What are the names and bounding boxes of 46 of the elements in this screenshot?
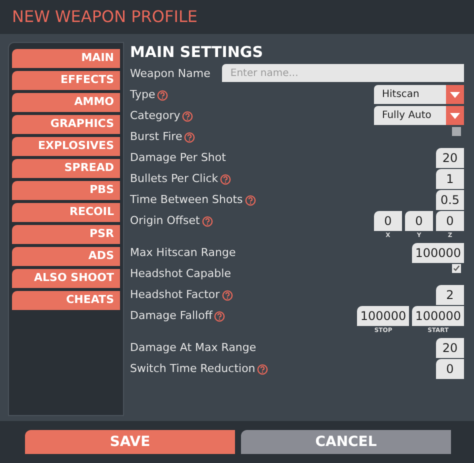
setting-label: Burst Fire <box>130 128 182 145</box>
help-icon <box>257 364 268 374</box>
caret-icon <box>450 92 460 98</box>
dropdown-value: Fully Auto <box>381 109 432 123</box>
help-icon <box>214 310 226 322</box>
number-field[interactable]: 0 <box>374 211 402 231</box>
setting-label: Bullets Per Click <box>130 170 218 187</box>
setting-label: Weapon Name <box>130 66 210 82</box>
number-field[interactable]: 100000 <box>357 306 410 326</box>
setting-label: Headshot Capable <box>130 266 231 282</box>
number-field[interactable]: 0 <box>405 211 433 231</box>
window-title: NEW WEAPON PROFILE <box>12 6 198 28</box>
help-icon <box>182 110 194 122</box>
dropdown-value: Hitscan <box>381 88 420 102</box>
dropdown[interactable]: Hitscan <box>374 85 464 104</box>
setting-label: Max Hitscan Range <box>130 244 236 261</box>
setting-label: Category <box>130 108 180 124</box>
number-field[interactable]: 0.5 <box>436 190 464 210</box>
help-icon <box>202 216 213 226</box>
number-field[interactable]: 1 <box>436 169 464 189</box>
number-field[interactable]: 100000 <box>412 243 464 263</box>
setting-label: Damage Falloff <box>130 308 212 324</box>
setting-label: Time Between Shots <box>130 192 243 208</box>
number-field[interactable]: 20 <box>436 338 464 358</box>
setting-label: Headshot Factor <box>130 286 220 303</box>
section-title: MAIN SETTINGS <box>130 42 264 62</box>
setting-label: Damage Per Shot <box>130 150 226 166</box>
setting-label: Damage At Max Range <box>130 340 256 356</box>
help-icon <box>220 174 232 184</box>
number-field[interactable]: 0 <box>436 359 464 379</box>
setting-label: Switch Time Reduction <box>130 360 256 377</box>
name-field[interactable]: Enter name... <box>222 64 464 82</box>
help-icon <box>222 290 233 300</box>
checkbox[interactable] <box>452 264 461 273</box>
number-field[interactable]: 0 <box>436 211 464 231</box>
dropdown[interactable]: Fully Auto <box>374 106 464 125</box>
help-icon <box>184 132 196 142</box>
help-icon <box>244 194 256 206</box>
number-field[interactable]: 100000 <box>412 306 464 326</box>
caret-icon <box>450 112 460 118</box>
setting-label: Origin Offset <box>130 212 200 229</box>
help-icon <box>157 90 168 100</box>
setting-label: Type <box>130 86 156 103</box>
number-field[interactable]: 20 <box>436 148 464 168</box>
number-field[interactable]: 2 <box>436 285 464 305</box>
checkbox[interactable] <box>452 127 461 136</box>
